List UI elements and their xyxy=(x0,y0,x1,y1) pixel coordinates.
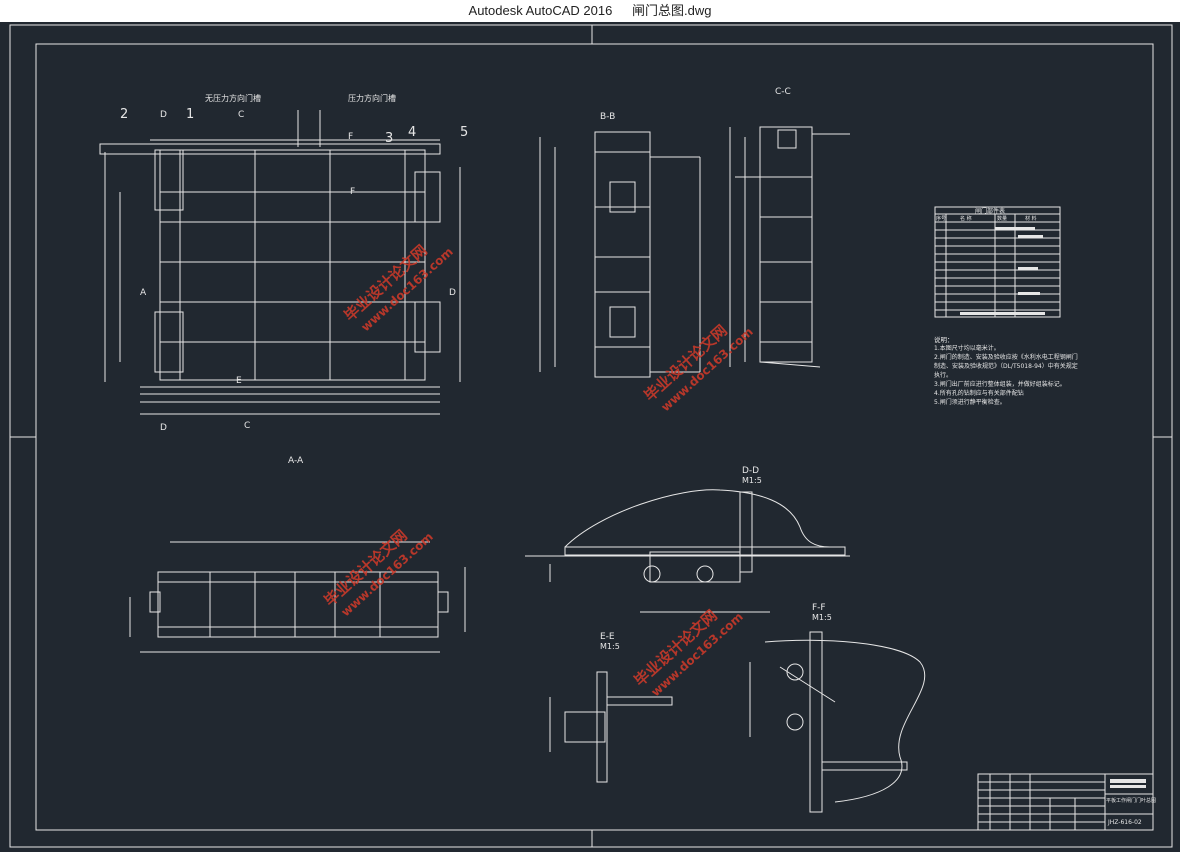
note-line-3: 制造、安装及验收规范》（DL/T5018-94）中有关规定 xyxy=(934,362,1078,370)
drawing-canvas[interactable]: B-B C-C A-A D-D M1:5 E-E M1:5 F-F M1:5 无… xyxy=(0,22,1180,852)
title-block-drawing-title: 平板工作闸门门叶总图 xyxy=(1106,797,1156,804)
cut-mark-c-bottom: C xyxy=(244,421,250,431)
solid-fills xyxy=(960,227,1146,788)
parts-table-col-material: 材 料 xyxy=(1025,215,1037,222)
title-block-drawing-no: JHZ-616-02 xyxy=(1107,819,1142,826)
parts-table xyxy=(934,206,1061,318)
cut-mark-e: E xyxy=(236,376,242,386)
notes-title: 说明： xyxy=(934,335,954,344)
watermark-group: 毕业设计论文网 www.doc163.com 毕业设计论文网 www.doc16… xyxy=(321,241,756,699)
callout-5: 5 xyxy=(460,125,468,140)
parts-table-col-name: 名 称 xyxy=(960,215,972,222)
section-bb-view xyxy=(539,131,701,378)
cut-mark-d-right: D xyxy=(449,288,456,298)
sheet-border xyxy=(9,24,1173,848)
label-cc: C-C xyxy=(775,87,791,97)
label-ee: E-E xyxy=(600,632,615,642)
label-dd-scale: M1:5 xyxy=(742,476,762,485)
note-line-7: 5.闸门须进行静平衡检查。 xyxy=(934,398,1006,406)
cut-mark-d-bottom: D xyxy=(160,423,167,433)
cut-mark-f-upper: F xyxy=(348,132,353,142)
parts-table-col-qty: 数量 xyxy=(997,215,1007,222)
cad-drawing: B-B C-C A-A D-D M1:5 E-E M1:5 F-F M1:5 无… xyxy=(9,24,1173,848)
label-bb: B-B xyxy=(600,112,615,122)
note-line-4: 执行。 xyxy=(934,371,952,379)
note-line-5: 3.闸门出厂前应进行整体组装，并做好组装标记。 xyxy=(934,380,1066,388)
label-ff-scale: M1:5 xyxy=(812,613,832,622)
cut-mark-c-top: C xyxy=(238,110,244,120)
parts-table-title: 闸门部件表 xyxy=(975,207,1005,215)
parts-table-col-no: 序号 xyxy=(936,215,946,222)
detail-ff-view xyxy=(749,631,926,813)
callout-4: 4 xyxy=(408,125,416,140)
label-dd: D-D xyxy=(742,466,759,476)
file-name: 闸门总图.dwg xyxy=(631,3,712,18)
label-aa: A-A xyxy=(288,456,304,466)
note-line-6: 4.所有孔的钻制应与有关部件配钻 xyxy=(934,389,1024,397)
label-ee-scale: M1:5 xyxy=(600,642,620,651)
callout-2: 2 xyxy=(120,107,128,122)
note-line-2: 2.闸门的制造、安装及验收应按《水利水电工程钢闸门 xyxy=(934,353,1078,361)
cut-mark-a: A xyxy=(140,288,147,298)
detail-dd-view xyxy=(525,489,850,613)
callout-3: 3 xyxy=(385,131,393,146)
callout-1: 1 xyxy=(186,107,194,122)
note-line-1: 1.本图尺寸均以毫米计。 xyxy=(934,344,1000,352)
plan-note-left: 无压力方向门槽 xyxy=(205,93,261,103)
plan-note-right: 压力方向门槽 xyxy=(348,93,396,103)
app-title: Autodesk AutoCAD 2016 xyxy=(468,3,613,18)
cut-mark-f-lower: F xyxy=(350,187,355,197)
cut-mark-d-top: D xyxy=(160,110,167,120)
window-title-bar: Autodesk AutoCAD 2016 闸门总图.dwg xyxy=(0,0,1180,22)
label-ff: F-F xyxy=(812,603,826,613)
